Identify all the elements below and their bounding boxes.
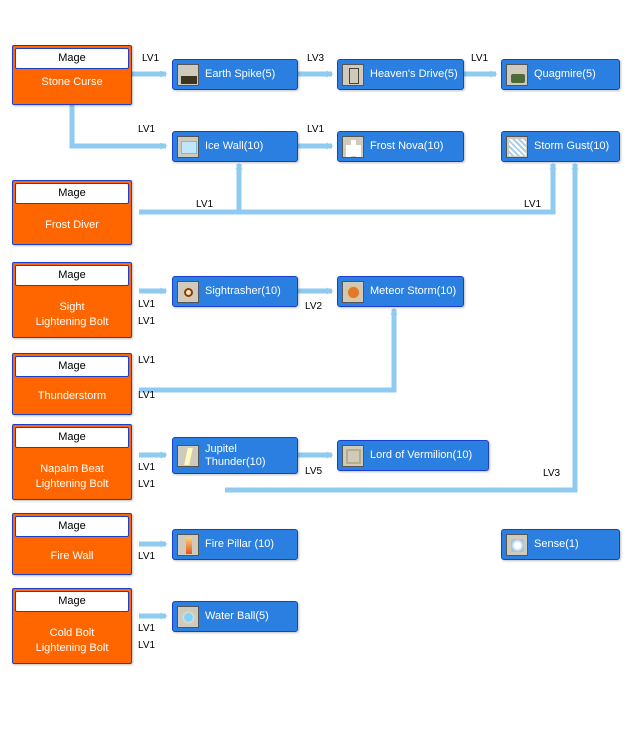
level-label-thunderstorm-upper: LV1 [138, 355, 156, 366]
skill-box-heavens-drive[interactable]: Heaven's Drive(5) [337, 59, 464, 90]
skill-label: Quagmire(5) [534, 68, 596, 80]
prereq-skill-name: Sight [59, 301, 85, 313]
skill-box-quagmire[interactable]: Quagmire(5) [501, 59, 620, 90]
skill-label: Sense(1) [534, 538, 579, 550]
level-label-napalm-storm-gust: LV3 [543, 468, 561, 479]
storm-gust-icon [506, 135, 528, 158]
level-label-sightrasher-meteor-storm: LV2 [305, 301, 323, 312]
level-label-fire-wall-fire-pillar: LV1 [138, 551, 156, 562]
level-label-cold-bolt-water-ball-lower: LV1 [138, 640, 156, 651]
prereq-skill-name: Lightening Bolt [35, 316, 109, 328]
water-ball-icon [177, 605, 199, 628]
skill-label: Storm Gust(10) [534, 140, 610, 152]
prereq-skill-list: Sight Lightening Bolt [13, 286, 131, 330]
lord-of-vermilion-icon [342, 444, 364, 467]
heavens-drive-icon [342, 63, 364, 86]
level-label-sight-sightrasher-lower: LV1 [138, 316, 156, 327]
skill-label: Sightrasher(10) [205, 285, 281, 297]
skill-label: Frost Nova(10) [370, 140, 444, 152]
skill-box-water-ball[interactable]: Water Ball(5) [172, 601, 298, 632]
skill-label: Earth Spike(5) [205, 68, 276, 80]
prereq-job-label: Mage [15, 591, 129, 612]
level-label-earth-spike-heavens-drive: LV3 [307, 53, 325, 64]
skill-label: Heaven's Drive(5) [370, 68, 458, 80]
prereq-skill-list: Thunderstorm [13, 377, 131, 404]
skill-box-meteor-storm[interactable]: Meteor Storm(10) [337, 276, 464, 307]
level-label-stone-curse-ice-wall: LV1 [138, 124, 156, 135]
prereq-skill-list: Frost Diver [13, 204, 131, 233]
sightrasher-icon [177, 280, 199, 303]
skill-label: Lord of Vermilion(10) [370, 449, 473, 461]
skill-box-sense[interactable]: Sense(1) [501, 529, 620, 560]
prereq-box-napalm-beat-lightening-bolt[interactable]: Mage Napalm Beat Lightening Bolt [12, 424, 132, 500]
skill-box-ice-wall[interactable]: Ice Wall(10) [172, 131, 298, 162]
level-label-thunderstorm-lower: LV1 [138, 390, 156, 401]
skill-label-line-2: Thunder(10) [205, 455, 266, 468]
prereq-skill-name: Napalm Beat [40, 463, 104, 475]
skill-label: Fire Pillar (10) [205, 538, 275, 550]
prereq-skill-name: Fire Wall [50, 550, 94, 562]
skill-box-jupitel-thunder[interactable]: Jupitel Thunder(10) [172, 437, 298, 474]
level-label-sight-sightrasher-upper: LV1 [138, 299, 156, 310]
prereq-job-label: Mage [15, 427, 129, 448]
prereq-skill-name: Lightening Bolt [35, 642, 109, 654]
skill-box-storm-gust[interactable]: Storm Gust(10) [501, 131, 620, 162]
level-label-napalm-jupitel-lower: LV1 [138, 479, 156, 490]
level-label-jupitel-lord-of-vermilion: LV5 [305, 466, 323, 477]
fire-pillar-icon [177, 533, 199, 556]
level-label-frost-diver-storm-gust: LV1 [524, 199, 542, 210]
sense-icon [506, 533, 528, 556]
frost-nova-icon [342, 135, 364, 158]
skill-box-lord-of-vermilion[interactable]: Lord of Vermilion(10) [337, 440, 489, 471]
skill-label: Ice Wall(10) [205, 140, 264, 152]
earth-spike-icon [177, 63, 199, 86]
level-label-stone-curse-earth-spike: LV1 [142, 53, 160, 64]
prereq-skill-name: Thunderstorm [37, 390, 107, 402]
prereq-job-label: Mage [15, 183, 129, 204]
prereq-box-sight-lightening-bolt[interactable]: Mage Sight Lightening Bolt [12, 262, 132, 338]
prereq-box-fire-wall[interactable]: Mage Fire Wall [12, 513, 132, 575]
meteor-storm-icon [342, 280, 364, 303]
skill-label: Water Ball(5) [205, 610, 269, 622]
prereq-job-label: Mage [15, 48, 129, 69]
skill-box-fire-pillar[interactable]: Fire Pillar (10) [172, 529, 298, 560]
prereq-box-cold-bolt-lightening-bolt[interactable]: Mage Cold Bolt Lightening Bolt [12, 588, 132, 664]
skill-box-earth-spike[interactable]: Earth Spike(5) [172, 59, 298, 90]
skill-box-frost-nova[interactable]: Frost Nova(10) [337, 131, 464, 162]
prereq-job-label: Mage [15, 516, 129, 537]
ice-wall-icon [177, 135, 199, 158]
prereq-box-thunderstorm[interactable]: Mage Thunderstorm [12, 353, 132, 415]
skill-label: Meteor Storm(10) [370, 285, 457, 297]
prereq-skill-list: Cold Bolt Lightening Bolt [13, 612, 131, 656]
skill-box-sightrasher[interactable]: Sightrasher(10) [172, 276, 298, 307]
skill-tree-diagram: Mage Stone Curse Mage Frost Diver Mage S… [0, 0, 632, 729]
prereq-box-frost-diver[interactable]: Mage Frost Diver [12, 180, 132, 245]
prereq-skill-list: Stone Curse [13, 69, 131, 90]
prereq-skill-list: Fire Wall [13, 537, 131, 564]
level-label-heavens-drive-quagmire: LV1 [471, 53, 489, 64]
level-label-cold-bolt-water-ball-upper: LV1 [138, 623, 156, 634]
level-label-ice-wall-frost-nova: LV1 [307, 124, 325, 135]
skill-label-line-1: Jupitel [205, 442, 237, 455]
prereq-box-stone-curse[interactable]: Mage Stone Curse [12, 45, 132, 105]
prereq-skill-list: Napalm Beat Lightening Bolt [13, 448, 131, 492]
skill-label: Jupitel Thunder(10) [205, 443, 266, 469]
jupitel-thunder-icon [177, 444, 199, 467]
level-label-napalm-jupitel-upper: LV1 [138, 462, 156, 473]
quagmire-icon [506, 63, 528, 86]
prereq-skill-name: Lightening Bolt [35, 478, 109, 490]
prereq-skill-name: Cold Bolt [49, 627, 95, 639]
prereq-skill-name: Stone Curse [41, 76, 103, 88]
prereq-job-label: Mage [15, 265, 129, 286]
prereq-job-label: Mage [15, 356, 129, 377]
level-label-frost-diver-ice-wall: LV1 [196, 199, 214, 210]
prereq-skill-name: Frost Diver [45, 219, 99, 231]
